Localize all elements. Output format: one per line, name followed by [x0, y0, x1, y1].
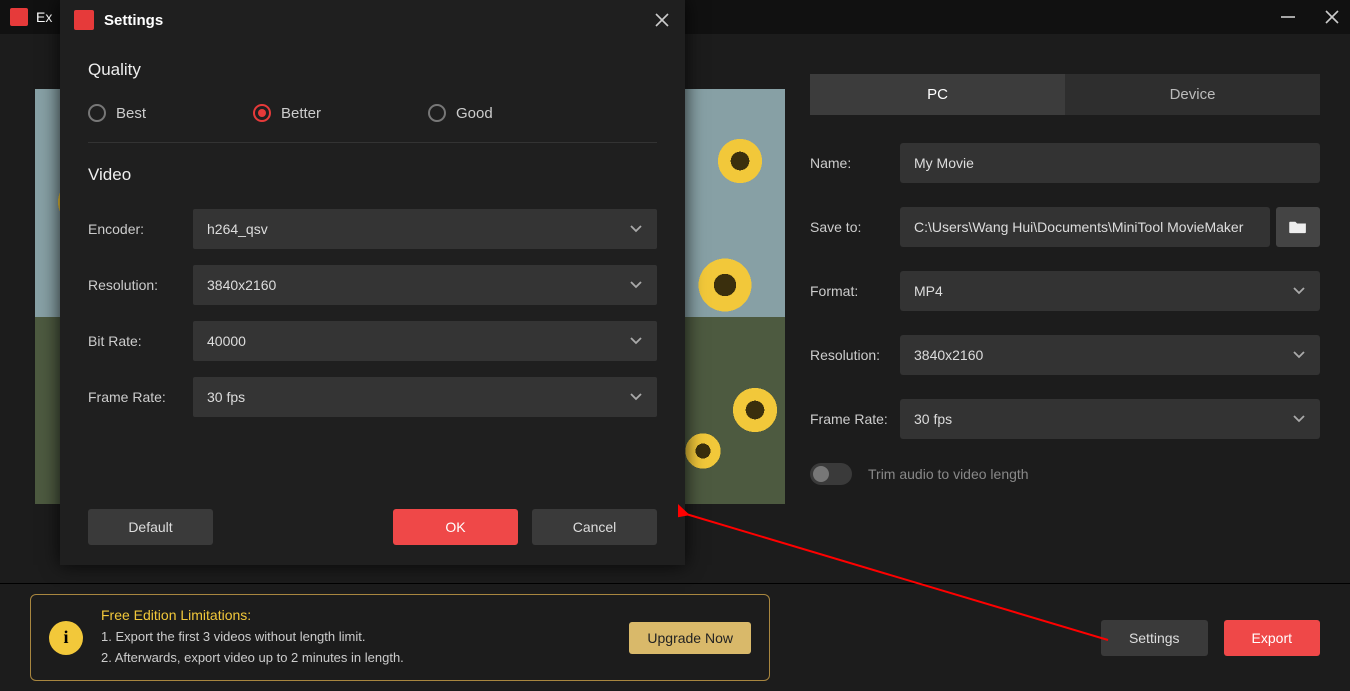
name-value: My Movie [914, 155, 974, 171]
chevron-down-icon [629, 334, 643, 348]
ok-button[interactable]: OK [393, 509, 518, 545]
chevron-down-icon [1292, 412, 1306, 426]
tab-device[interactable]: Device [1065, 74, 1320, 115]
bitrate-label: Bit Rate: [88, 333, 193, 349]
modal-framerate-label: Frame Rate: [88, 389, 193, 405]
preview-decoration [710, 131, 770, 191]
radio-icon [428, 104, 446, 122]
upgrade-button[interactable]: Upgrade Now [629, 622, 751, 654]
bitrate-value: 40000 [207, 333, 246, 349]
info-icon: i [49, 621, 83, 655]
preview-decoration [689, 249, 761, 321]
modal-title: Settings [104, 12, 163, 29]
bitrate-select[interactable]: 40000 [193, 321, 657, 361]
browse-folder-button[interactable] [1276, 207, 1320, 247]
modal-framerate-value: 30 fps [207, 389, 245, 405]
chevron-down-icon [1292, 284, 1306, 298]
radio-better[interactable]: Better [253, 104, 428, 122]
radio-label: Good [456, 105, 493, 122]
framerate-value: 30 fps [914, 411, 952, 427]
chevron-down-icon [1292, 348, 1306, 362]
modal-resolution-value: 3840x2160 [207, 277, 276, 293]
folder-icon [1289, 220, 1307, 234]
radio-label: Better [281, 105, 321, 122]
export-panel: PC Device Name: My Movie Save to: C:\Use… [790, 34, 1350, 583]
settings-button[interactable]: Settings [1101, 620, 1208, 656]
default-button[interactable]: Default [88, 509, 213, 545]
encoder-select[interactable]: h264_qsv [193, 209, 657, 249]
minimize-button[interactable] [1280, 9, 1296, 25]
modal-logo-icon [74, 10, 94, 30]
export-button[interactable]: Export [1224, 620, 1320, 656]
close-window-button[interactable] [1324, 9, 1340, 25]
settings-modal: Settings Quality Best Better Good Video … [60, 0, 685, 565]
divider [88, 142, 657, 143]
modal-close-button[interactable] [653, 11, 671, 29]
format-value: MP4 [914, 283, 943, 299]
radio-best[interactable]: Best [88, 104, 253, 122]
modal-resolution-select[interactable]: 3840x2160 [193, 265, 657, 305]
app-title: Ex [36, 9, 52, 25]
cancel-button[interactable]: Cancel [532, 509, 657, 545]
footer: i Free Edition Limitations: 1. Export th… [0, 583, 1350, 691]
preview-decoration [725, 380, 785, 440]
encoder-label: Encoder: [88, 221, 193, 237]
export-tabs: PC Device [810, 74, 1320, 115]
resolution-select[interactable]: 3840x2160 [900, 335, 1320, 375]
name-label: Name: [810, 155, 900, 171]
encoder-value: h264_qsv [207, 221, 268, 237]
radio-good[interactable]: Good [428, 104, 493, 122]
resolution-label: Resolution: [810, 347, 900, 363]
radio-icon [253, 104, 271, 122]
modal-framerate-select[interactable]: 30 fps [193, 377, 657, 417]
limitations-line: 1. Export the first 3 videos without len… [101, 627, 404, 648]
limitations-header: Free Edition Limitations: [101, 607, 404, 623]
modal-resolution-label: Resolution: [88, 277, 193, 293]
resolution-value: 3840x2160 [914, 347, 983, 363]
tab-pc[interactable]: PC [810, 74, 1065, 115]
framerate-select[interactable]: 30 fps [900, 399, 1320, 439]
trim-audio-label: Trim audio to video length [868, 466, 1029, 482]
radio-label: Best [116, 105, 146, 122]
format-label: Format: [810, 283, 900, 299]
format-select[interactable]: MP4 [900, 271, 1320, 311]
limitations-box: i Free Edition Limitations: 1. Export th… [30, 594, 770, 682]
chevron-down-icon [629, 278, 643, 292]
quality-header: Quality [88, 60, 657, 80]
limitations-line: 2. Afterwards, export video up to 2 minu… [101, 648, 404, 669]
radio-icon [88, 104, 106, 122]
video-header: Video [88, 165, 657, 185]
app-window: Ex PC Device Name: My Mo [0, 0, 1350, 691]
saveto-input[interactable]: C:\Users\Wang Hui\Documents\MiniTool Mov… [900, 207, 1270, 247]
saveto-label: Save to: [810, 219, 900, 235]
preview-decoration [679, 427, 727, 475]
saveto-value: C:\Users\Wang Hui\Documents\MiniTool Mov… [914, 219, 1243, 235]
app-logo-icon [10, 8, 28, 26]
chevron-down-icon [629, 390, 643, 404]
framerate-label: Frame Rate: [810, 411, 900, 427]
chevron-down-icon [629, 222, 643, 236]
name-input[interactable]: My Movie [900, 143, 1320, 183]
trim-audio-toggle[interactable] [810, 463, 852, 485]
